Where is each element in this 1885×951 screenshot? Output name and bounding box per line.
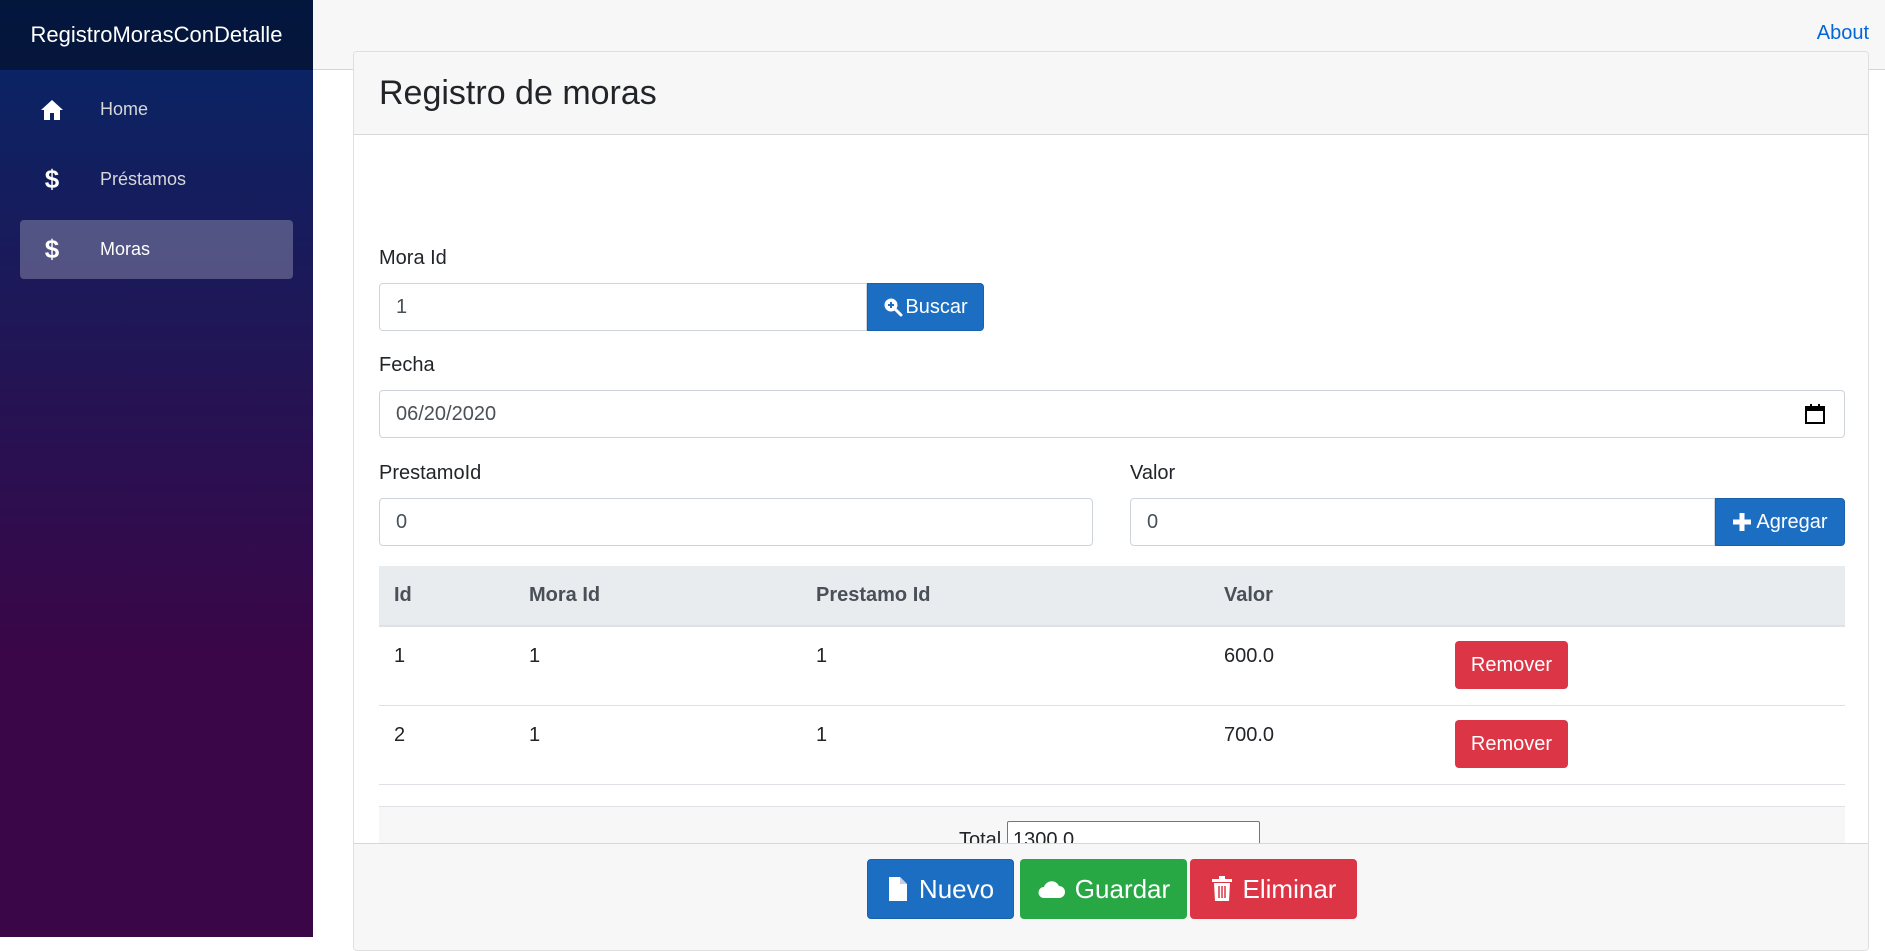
sidebar-nav: Home $ Préstamos $ Moras bbox=[0, 70, 313, 279]
sidebar-item-label: Home bbox=[100, 99, 149, 119]
cell-prestamo-id: 1 bbox=[816, 724, 828, 746]
search-plus-icon bbox=[884, 298, 903, 317]
agregar-button[interactable]: Agregar bbox=[1715, 498, 1845, 546]
brand[interactable]: RegistroMorasConDetalle bbox=[0, 0, 313, 70]
col-valor: Valor bbox=[1224, 584, 1273, 606]
prestamo-id-input[interactable]: 0 bbox=[379, 498, 1093, 546]
sidebar-item-home[interactable]: Home bbox=[20, 80, 293, 139]
cell-mora-id: 1 bbox=[529, 724, 541, 746]
card-footer: Nuevo Guardar Eliminar bbox=[354, 843, 1868, 950]
table-row: 1 1 1 600.0 Remover bbox=[379, 627, 1845, 706]
trash-icon bbox=[1211, 876, 1232, 901]
valor-input[interactable]: 0 bbox=[1130, 498, 1715, 546]
sidebar-item-prestamos[interactable]: $ Préstamos bbox=[20, 150, 293, 209]
file-icon bbox=[888, 877, 907, 901]
sidebar-item-label: Moras bbox=[100, 239, 151, 259]
col-mora-id: Mora Id bbox=[529, 584, 601, 606]
nuevo-button[interactable]: Nuevo bbox=[867, 859, 1014, 919]
cell-valor: 700.0 bbox=[1224, 724, 1275, 746]
guardar-button[interactable]: Guardar bbox=[1020, 859, 1187, 919]
valor-label: Valor bbox=[1130, 462, 1176, 484]
sidebar-item-moras[interactable]: $ Moras bbox=[20, 220, 293, 279]
fecha-value: 06/20/2020 bbox=[396, 402, 497, 425]
cell-valor: 600.0 bbox=[1224, 645, 1275, 667]
remover-button[interactable]: Remover bbox=[1455, 641, 1568, 689]
buscar-button[interactable]: Buscar bbox=[867, 283, 984, 331]
calendar-icon[interactable] bbox=[1804, 403, 1826, 425]
cell-prestamo-id: 1 bbox=[816, 645, 828, 667]
buscar-label: Buscar bbox=[905, 295, 968, 318]
cloud-icon bbox=[1038, 881, 1065, 898]
detalle-table-header: Id Mora Id Prestamo Id Valor bbox=[379, 566, 1845, 627]
dollar-icon: $ bbox=[44, 234, 60, 264]
sidebar: RegistroMorasConDetalle Home $ Préstamos… bbox=[0, 0, 313, 937]
nuevo-label: Nuevo bbox=[918, 873, 995, 904]
table-row: 2 1 1 700.0 Remover bbox=[379, 706, 1845, 785]
sidebar-item-label: Préstamos bbox=[100, 169, 187, 189]
remover-button[interactable]: Remover bbox=[1455, 720, 1568, 768]
col-id: Id bbox=[394, 584, 412, 606]
registro-card: Registro de moras Mora Id 1 Buscar Fecha… bbox=[353, 51, 1869, 951]
mora-id-input[interactable]: 1 bbox=[379, 283, 867, 331]
col-prestamo-id: Prestamo Id bbox=[816, 584, 931, 606]
about-link[interactable]: About bbox=[1817, 22, 1869, 45]
page-title: Registro de moras bbox=[354, 52, 1868, 135]
guardar-label: Guardar bbox=[1074, 873, 1171, 904]
home-icon bbox=[40, 98, 64, 122]
eliminar-label: Eliminar bbox=[1242, 873, 1337, 904]
fecha-label: Fecha bbox=[379, 354, 435, 376]
agregar-label: Agregar bbox=[1756, 510, 1828, 533]
cell-id: 2 bbox=[394, 724, 406, 746]
plus-icon bbox=[1733, 513, 1752, 531]
cell-mora-id: 1 bbox=[529, 645, 541, 667]
fecha-input[interactable]: 06/20/2020 bbox=[379, 390, 1845, 438]
mora-id-label: Mora Id bbox=[379, 247, 447, 269]
cell-id: 1 bbox=[394, 645, 406, 667]
prestamo-id-label: PrestamoId bbox=[379, 462, 482, 484]
dollar-icon: $ bbox=[44, 164, 60, 194]
eliminar-button[interactable]: Eliminar bbox=[1190, 859, 1357, 919]
